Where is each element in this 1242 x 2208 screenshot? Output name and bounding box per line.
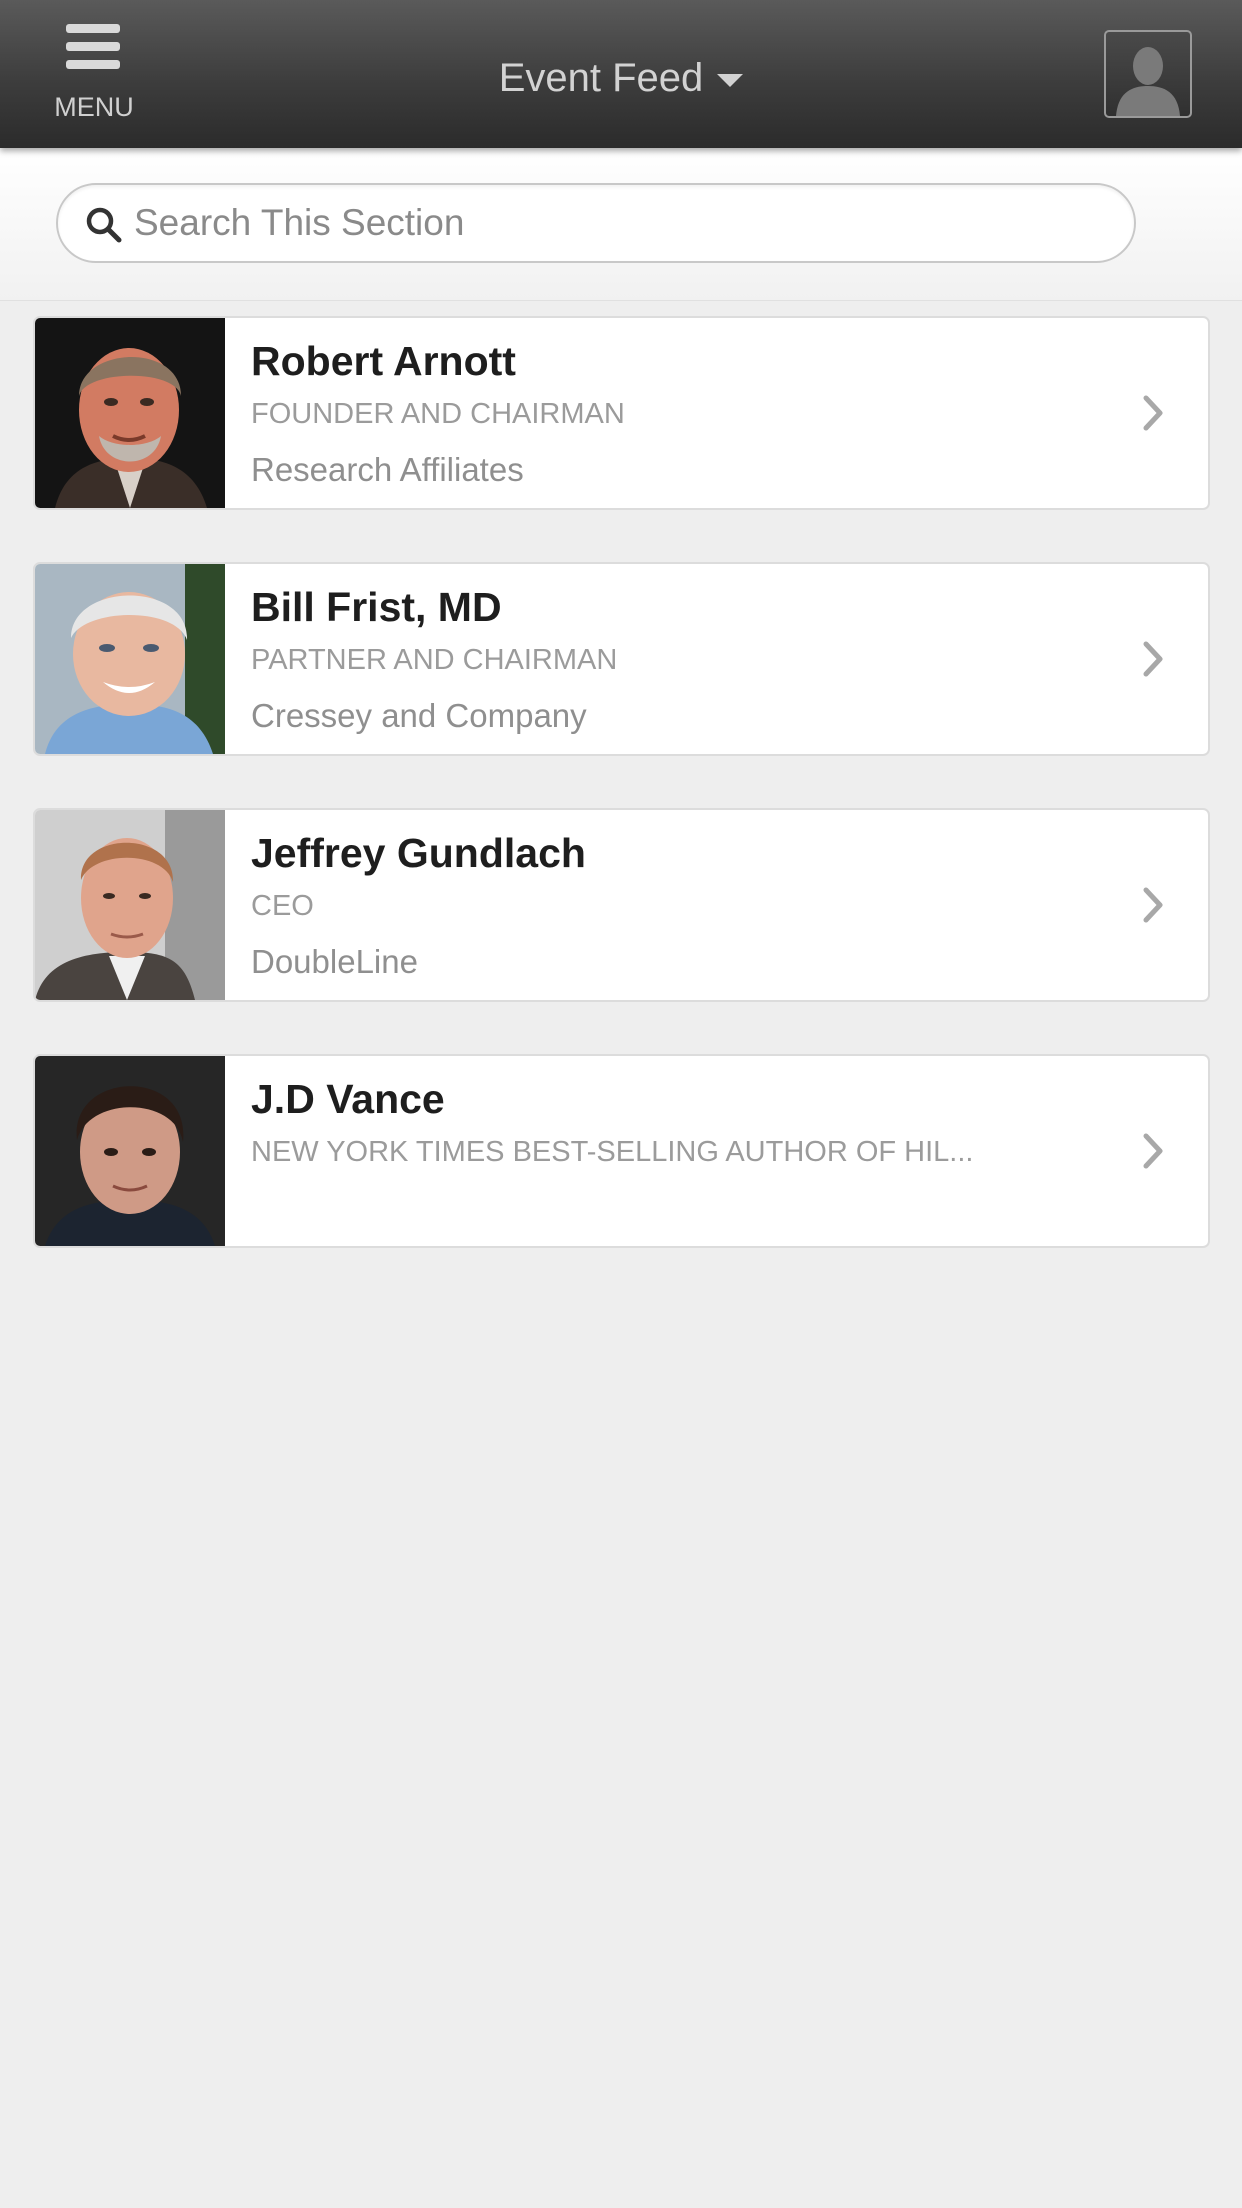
search-area	[0, 148, 1242, 301]
speaker-title: NEW YORK TIMES BEST-SELLING AUTHOR OF HI…	[251, 1136, 974, 1168]
search-icon	[86, 207, 122, 243]
speaker-info: J.D Vance NEW YORK TIMES BEST-SELLING AU…	[251, 1074, 1131, 1188]
speaker-title: PARTNER AND CHAIRMAN	[251, 644, 618, 676]
user-avatar-icon	[1116, 47, 1180, 116]
speaker-name: Jeffrey Gundlach	[251, 830, 586, 876]
speaker-card[interactable]: J.D Vance NEW YORK TIMES BEST-SELLING AU…	[33, 1054, 1210, 1248]
chevron-right-icon	[1143, 641, 1163, 677]
speaker-info: Bill Frist, MD PARTNER AND CHAIRMAN Cres…	[251, 582, 1131, 736]
speaker-title: FOUNDER AND CHAIRMAN	[251, 398, 625, 430]
speaker-company: DoubleLine	[251, 943, 418, 980]
speaker-card[interactable]: Robert Arnott FOUNDER AND CHAIRMAN Resea…	[33, 316, 1210, 510]
chevron-right-icon	[1143, 887, 1163, 923]
chevron-right-icon	[1143, 1133, 1163, 1169]
page-title: Event Feed	[498, 55, 704, 100]
top-nav-bar: MENU Event Feed	[0, 0, 1242, 148]
search-input[interactable]	[134, 195, 1114, 251]
speaker-company: Cressey and Company	[251, 697, 587, 734]
speaker-photo	[35, 564, 225, 754]
caret-down-icon	[717, 73, 744, 87]
speaker-card[interactable]: Bill Frist, MD PARTNER AND CHAIRMAN Cres…	[33, 562, 1210, 756]
chevron-right-icon	[1143, 395, 1163, 431]
speaker-title: CEO	[251, 890, 314, 922]
speaker-photo	[35, 810, 225, 1000]
speaker-info: Jeffrey Gundlach CEO DoubleLine	[251, 828, 1131, 982]
profile-button[interactable]	[1104, 30, 1192, 118]
speaker-name: Robert Arnott	[251, 338, 516, 384]
event-feed-dropdown[interactable]: Event Feed	[421, 48, 821, 108]
speaker-photo	[35, 1056, 225, 1246]
speaker-card[interactable]: Jeffrey Gundlach CEO DoubleLine	[33, 808, 1210, 1002]
speaker-company: Research Affiliates	[251, 451, 524, 488]
speaker-name: J.D Vance	[251, 1076, 445, 1122]
menu-button[interactable]: MENU	[40, 16, 148, 128]
menu-label: MENU	[54, 92, 134, 122]
search-box[interactable]	[56, 183, 1136, 263]
speaker-photo	[35, 318, 225, 508]
hamburger-icon	[66, 24, 120, 70]
speaker-info: Robert Arnott FOUNDER AND CHAIRMAN Resea…	[251, 336, 1131, 490]
speaker-name: Bill Frist, MD	[251, 584, 502, 630]
